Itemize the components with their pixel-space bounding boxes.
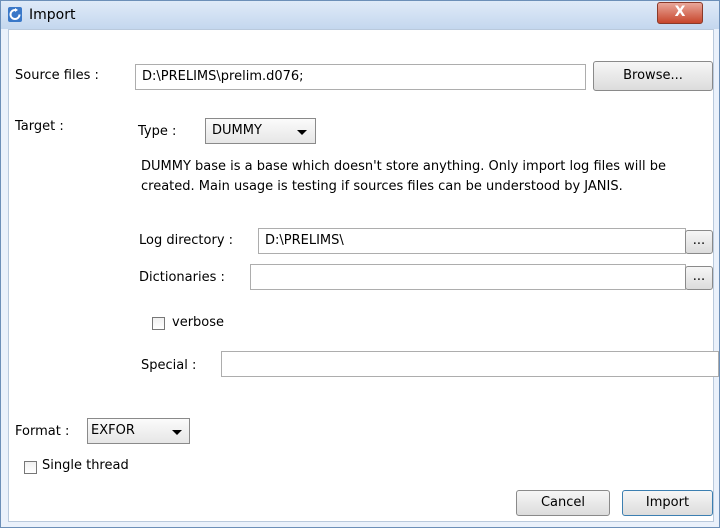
- type-select-value: DUMMY: [212, 123, 262, 138]
- chevron-down-icon: [297, 130, 307, 135]
- source-files-input[interactable]: D:\PRELIMS\prelim.d076;: [135, 64, 586, 90]
- verbose-label: verbose: [172, 315, 225, 330]
- close-icon: X: [674, 4, 686, 20]
- log-directory-browse-button[interactable]: ...: [685, 230, 713, 254]
- close-button[interactable]: X: [657, 2, 703, 24]
- format-select[interactable]: EXFOR: [87, 418, 190, 444]
- cancel-button[interactable]: Cancel: [516, 490, 610, 516]
- verbose-checkbox[interactable]: [152, 317, 165, 330]
- format-label: Format :: [15, 424, 70, 439]
- log-directory-label: Log directory :: [139, 233, 234, 248]
- special-label: Special :: [141, 358, 197, 373]
- target-label: Target :: [15, 119, 64, 134]
- type-description: DUMMY base is a base which doesn't store…: [141, 159, 666, 194]
- log-directory-input[interactable]: D:\PRELIMS\: [258, 228, 686, 254]
- dialog-content: Source files : D:\PRELIMS\prelim.d076; B…: [8, 29, 719, 522]
- window-title: Import: [29, 7, 76, 23]
- dictionaries-label: Dictionaries :: [139, 270, 225, 285]
- title-bar: Import X: [1, 1, 719, 29]
- type-select[interactable]: DUMMY: [205, 118, 316, 144]
- dictionaries-input[interactable]: [250, 264, 686, 290]
- import-button[interactable]: Import: [622, 490, 713, 516]
- special-input[interactable]: [221, 351, 719, 377]
- single-thread-checkbox[interactable]: [24, 461, 37, 474]
- type-label: Type :: [138, 124, 177, 139]
- source-files-label: Source files :: [15, 68, 99, 83]
- browse-button[interactable]: Browse...: [593, 61, 713, 91]
- app-icon: [8, 7, 22, 22]
- single-thread-label: Single thread: [42, 458, 129, 473]
- chevron-down-icon: [172, 430, 182, 435]
- dictionaries-browse-button[interactable]: ...: [685, 266, 713, 290]
- import-dialog: Import X Source files : D:\PRELIMS\preli…: [0, 0, 720, 528]
- format-select-value: EXFOR: [91, 423, 135, 438]
